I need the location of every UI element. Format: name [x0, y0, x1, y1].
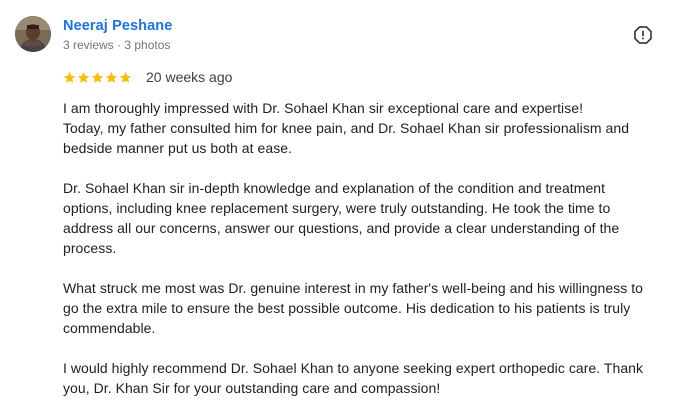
review-line: I would highly recommend Dr. Sohael Khan…	[63, 360, 644, 376]
rating-row: 20 weeks ago	[63, 68, 232, 86]
author-name[interactable]: Neeraj Peshane	[63, 17, 172, 35]
review-line: options, including knee replacement surg…	[63, 200, 611, 216]
review-line: Dr. Sohael Khan sir in-depth knowledge a…	[63, 180, 606, 196]
review-line: process.	[63, 240, 117, 256]
review-line: commendable.	[63, 320, 156, 336]
report-flag-icon	[633, 25, 653, 50]
review-paragraph: I am thoroughly impressed with Dr. Sohae…	[63, 98, 663, 158]
review-line: What struck me most was Dr. genuine inte…	[63, 280, 644, 296]
review-paragraph: I would highly recommend Dr. Sohael Khan…	[63, 358, 663, 398]
star-icon	[91, 71, 104, 84]
review-paragraph: Dr. Sohael Khan sir in-depth knowledge a…	[63, 178, 663, 258]
star-icon	[105, 71, 118, 84]
review-line: you, Dr. Khan Sir for your outstanding c…	[63, 380, 441, 396]
review-text: I am thoroughly impressed with Dr. Sohae…	[63, 98, 663, 398]
star-icon	[77, 71, 90, 84]
review-line: go the extra mile to ensure the best pos…	[63, 300, 631, 316]
review-line: I am thoroughly impressed with Dr. Sohae…	[63, 100, 584, 116]
star-rating	[63, 71, 132, 84]
review-line: bedside manner put us both at ease.	[63, 140, 293, 156]
report-review-button[interactable]	[629, 23, 657, 51]
review-date: 20 weeks ago	[146, 69, 233, 85]
review-card: Neeraj Peshane 3 reviews · 3 photos 20 w…	[0, 0, 680, 407]
avatar-photo	[15, 16, 51, 52]
star-icon	[119, 71, 132, 84]
author-meta: 3 reviews · 3 photos	[63, 38, 171, 52]
review-paragraph: What struck me most was Dr. genuine inte…	[63, 278, 663, 338]
star-icon	[63, 71, 76, 84]
review-line: Today, my father consulted him for knee …	[63, 120, 630, 136]
avatar[interactable]	[15, 16, 51, 52]
review-line: address all our concerns, answer our que…	[63, 220, 620, 236]
